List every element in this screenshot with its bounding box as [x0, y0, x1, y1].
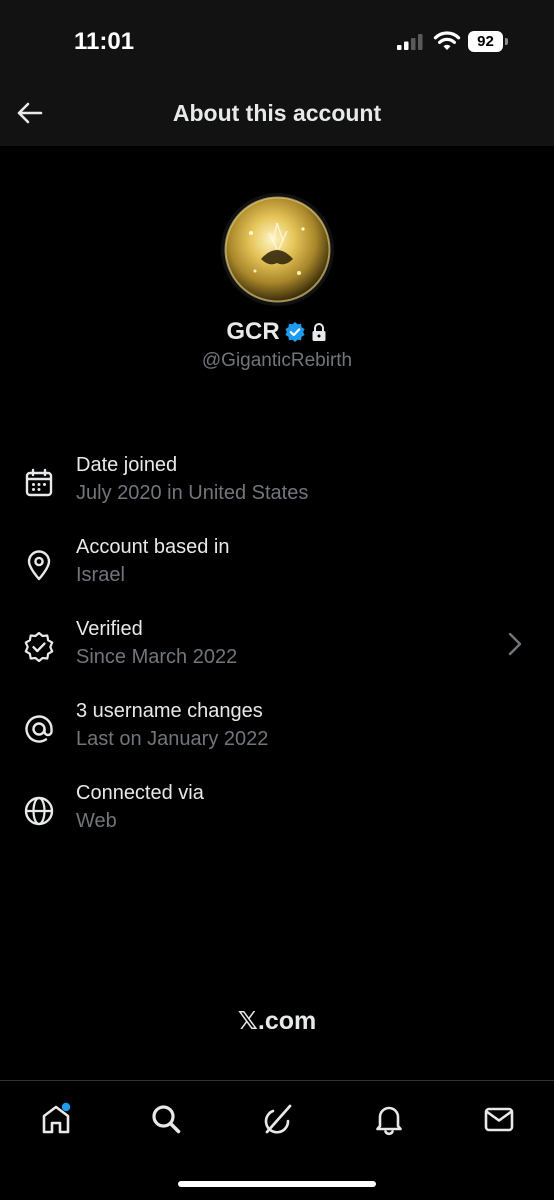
search-icon	[152, 1105, 181, 1134]
status-time: 11:01	[74, 28, 135, 55]
tab-home[interactable]	[34, 1097, 78, 1141]
info-title: 3 username changes	[76, 700, 263, 722]
globe-icon	[24, 796, 54, 826]
info-row-username-changes: 3 username changes Last on January 2022	[0, 698, 554, 768]
tab-search[interactable]	[144, 1097, 188, 1141]
info-row-verified[interactable]: Verified Since March 2022	[0, 616, 554, 686]
avatar-image	[221, 193, 334, 306]
messages-icon	[484, 1107, 514, 1132]
lock-icon	[312, 323, 326, 341]
info-title: Connected via	[76, 782, 204, 804]
signal-icon	[397, 34, 423, 50]
top-app-bar: About this account	[0, 80, 554, 146]
notifications-icon	[376, 1106, 402, 1136]
page-title: About this account	[172, 100, 382, 126]
info-subtitle: July 2020 in United States	[76, 482, 309, 504]
info-subtitle: Since March 2022	[76, 646, 238, 668]
at-sign-icon	[25, 715, 53, 743]
info-row-account-based-in: Account based in Israel	[0, 534, 554, 604]
info-row-date-joined: Date joined July 2020 in United States	[0, 452, 554, 522]
verified-badge-icon	[285, 322, 305, 342]
home-indicator[interactable]	[178, 1181, 376, 1187]
info-subtitle: Web	[76, 810, 117, 832]
calendar-icon	[25, 468, 53, 497]
chevron-right-icon	[508, 632, 522, 656]
location-pin-icon	[27, 550, 51, 581]
tab-notifications[interactable]	[367, 1097, 411, 1141]
battery-level: 92	[468, 31, 503, 52]
info-title: Date joined	[76, 454, 178, 476]
wifi-icon	[433, 31, 461, 50]
x-com-link[interactable]: 𝕏.com	[0, 1006, 554, 1036]
info-row-connected-via: Connected via Web	[0, 780, 554, 850]
display-name: GCR	[226, 318, 280, 345]
info-subtitle: Last on January 2022	[76, 728, 269, 750]
verified-check-icon	[24, 631, 54, 663]
avatar[interactable]	[221, 193, 334, 306]
info-title: Account based in	[76, 536, 230, 558]
notification-dot	[61, 1102, 71, 1112]
tab-messages[interactable]	[477, 1097, 521, 1141]
battery-tip	[505, 38, 508, 45]
profile-handle: @GiganticRebirth	[201, 350, 353, 371]
battery-icon: 92	[468, 31, 508, 52]
status-bar: 11:01 92	[0, 0, 554, 80]
home-icon	[42, 1102, 71, 1134]
tab-grok[interactable]	[256, 1097, 300, 1141]
info-subtitle: Israel	[76, 564, 125, 586]
profile-name-row: GCR	[0, 318, 554, 346]
info-title: Verified	[76, 618, 143, 640]
grok-icon	[264, 1104, 292, 1134]
